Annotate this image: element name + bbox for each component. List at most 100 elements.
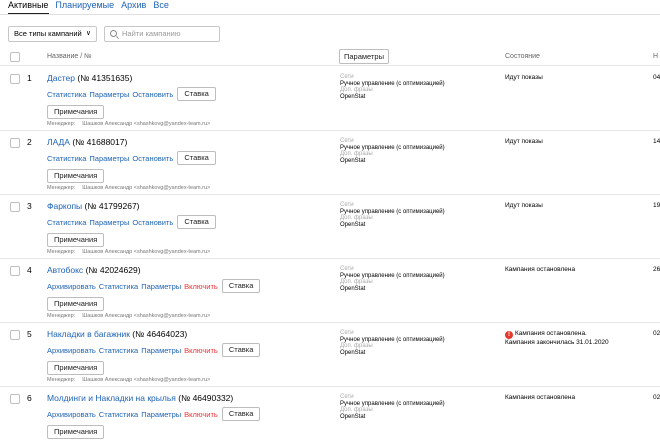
campaign-date: 02 <box>653 330 660 337</box>
campaign-params: Сети Ручное управление (с оптимизацией) До… <box>340 202 445 228</box>
action-link[interactable]: Включить <box>184 410 218 419</box>
campaign-params: Сети Ручное управление (с оптимизацией) До… <box>340 330 445 356</box>
params-nets: Сети <box>340 266 354 272</box>
campaign-name-link[interactable]: Дастер <box>47 73 75 83</box>
manager-info: Менеджер: Шашков Александр <shashkovg@yan… <box>47 249 210 256</box>
campaign-id: (№ 41688017) <box>72 137 128 147</box>
campaign-params: Сети Ручное управление (с оптимизацией) До… <box>340 138 445 164</box>
params-stat: OpenStat <box>340 413 366 420</box>
notes-button[interactable]: Примечания <box>47 297 105 311</box>
campaign-actions: Статистика Параметры Остановить Ставка <box>47 151 216 165</box>
campaign-date: 02 <box>653 394 660 401</box>
manager-label: Менеджер: <box>47 121 76 127</box>
campaign-date: 26 <box>653 266 660 273</box>
action-link[interactable]: Включить <box>184 282 218 291</box>
action-link[interactable]: Параметры <box>89 90 129 99</box>
action-link[interactable]: Параметры <box>141 282 181 291</box>
params-nets: Сети <box>340 202 354 208</box>
params-extra: Доп. фразы <box>340 407 373 414</box>
campaign-actions: Архивировать Статистика Параметры Включить С… <box>47 279 261 293</box>
manager-info: Менеджер: Шашков Александр <shashkovg@yan… <box>47 313 210 320</box>
tab-active[interactable]: Активные <box>8 0 48 12</box>
notes-button[interactable]: Примечания <box>47 425 105 439</box>
campaign-id: (№ 41351635) <box>77 73 133 83</box>
action-link[interactable]: Остановить <box>132 218 173 227</box>
action-link[interactable]: Статистика <box>99 410 138 419</box>
action-link[interactable]: Статистика <box>99 346 138 355</box>
campaign-name-link[interactable]: ЛАДА <box>47 137 70 147</box>
campaign-type-filter-label: Все типы кампаний <box>14 29 82 38</box>
manager-name: Шашков Александр <shashkovg@yandex-team.… <box>82 377 211 383</box>
action-link[interactable]: Параметры <box>141 410 181 419</box>
action-link[interactable]: Параметры <box>89 218 129 227</box>
params-extra: Доп. фразы <box>340 279 373 286</box>
campaign-name-link[interactable]: Фаркопы <box>47 201 82 211</box>
row-checkbox[interactable] <box>10 394 20 404</box>
select-all-checkbox[interactable] <box>10 52 20 62</box>
tab-planned[interactable]: Планируемые <box>55 0 114 12</box>
table-row: 6 Молдинги и Накладки на крылья (№ 464903… <box>0 387 660 440</box>
column-header-state[interactable]: Состояние <box>505 52 540 62</box>
campaign-state: Кампания остановлена <box>505 266 575 274</box>
bid-button[interactable]: Ставка <box>221 343 261 357</box>
action-link[interactable]: Статистика <box>47 90 86 99</box>
row-checkbox[interactable] <box>10 138 20 148</box>
bid-button[interactable]: Ставка <box>177 151 216 165</box>
action-link[interactable]: Архивировать <box>47 346 96 355</box>
action-link[interactable]: Статистика <box>47 218 86 227</box>
campaign-state: ! Кампания остановлена. Кампания закончила… <box>505 330 609 347</box>
params-nets: Сети <box>340 330 354 336</box>
action-link[interactable]: Архивировать <box>47 282 96 291</box>
action-link[interactable]: Включить <box>184 346 218 355</box>
manager-label: Менеджер: <box>47 313 76 319</box>
campaign-name-link[interactable]: Автобокс <box>47 265 83 275</box>
campaign-state: Идут показы <box>505 138 543 146</box>
campaign-id: (№ 46490332) <box>178 393 234 403</box>
search-input[interactable]: Найти кампанию <box>104 26 220 42</box>
campaign-title: Автобокс (№ 42024629) <box>47 264 141 276</box>
campaign-name-link[interactable]: Молдинги и Накладки на крылья <box>47 393 176 403</box>
notes-button[interactable]: Примечания <box>47 169 105 183</box>
action-link[interactable]: Статистика <box>99 282 138 291</box>
campaign-date: 04 <box>653 74 660 81</box>
campaign-title: Молдинги и Накладки на крылья (№ 4649033… <box>47 392 233 404</box>
manager-label: Менеджер: <box>47 249 76 255</box>
action-link[interactable]: Остановить <box>132 154 173 163</box>
action-link[interactable]: Параметры <box>141 346 181 355</box>
bid-button[interactable]: Ставка <box>177 87 216 101</box>
params-column-button[interactable]: Параметры <box>339 49 389 64</box>
campaign-type-filter[interactable]: Все типы кампаний ∨ <box>8 26 97 42</box>
action-link[interactable]: Статистика <box>47 154 86 163</box>
params-extra: Доп. фразы <box>340 343 373 350</box>
action-link[interactable]: Архивировать <box>47 410 96 419</box>
column-header-name[interactable]: Название / № <box>47 52 92 62</box>
row-checkbox[interactable] <box>10 74 20 84</box>
manager-label: Менеджер: <box>47 185 76 191</box>
params-nets: Сети <box>340 394 354 400</box>
search-icon <box>110 30 117 37</box>
campaign-name-link[interactable]: Накладки в багажник <box>47 329 130 339</box>
params-stat: OpenStat <box>340 285 366 292</box>
notes-button[interactable]: Примечания <box>47 233 105 247</box>
campaign-params: Сети Ручное управление (с оптимизацией) До… <box>340 74 445 100</box>
row-checkbox[interactable] <box>10 266 20 276</box>
state-line: Идут показы <box>505 202 543 209</box>
notes-button[interactable]: Примечания <box>47 361 105 375</box>
params-stat: OpenStat <box>340 157 366 164</box>
campaign-title: Дастер (№ 41351635) <box>47 72 132 84</box>
row-checkbox[interactable] <box>10 330 20 340</box>
params-stat: OpenStat <box>340 93 366 100</box>
notes-button[interactable]: Примечания <box>47 105 105 119</box>
tab-all[interactable]: Все <box>153 0 169 12</box>
state-line: ! Кампания остановлена. <box>505 330 609 339</box>
params-strategy: Ручное управление (с оптимизацией) <box>340 80 445 87</box>
column-header-next[interactable]: Н <box>653 52 658 62</box>
params-stat: OpenStat <box>340 349 366 356</box>
bid-button[interactable]: Ставка <box>221 407 261 421</box>
row-checkbox[interactable] <box>10 202 20 212</box>
action-link[interactable]: Остановить <box>132 90 173 99</box>
bid-button[interactable]: Ставка <box>177 215 216 229</box>
action-link[interactable]: Параметры <box>89 154 129 163</box>
tab-archive[interactable]: Архив <box>121 0 146 12</box>
bid-button[interactable]: Ставка <box>221 279 261 293</box>
